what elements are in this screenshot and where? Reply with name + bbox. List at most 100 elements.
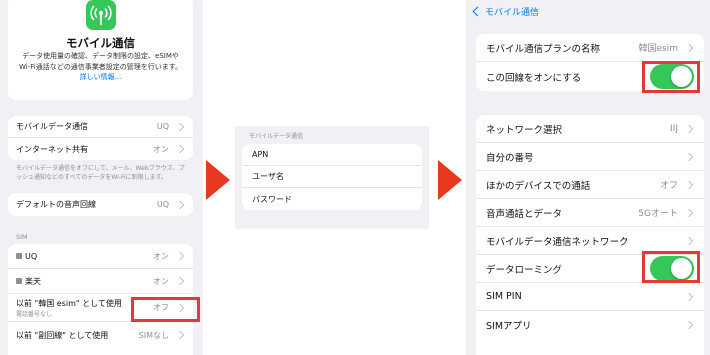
row-personal-hotspot[interactable]: インターネット共有 オン (8, 138, 193, 160)
row-sim-apps[interactable]: SIMアプリ (476, 311, 704, 339)
row-sim-pin[interactable]: SIM PIN (476, 283, 704, 311)
settings-panel-mobile: モバイル通信 データ使用量の確認、データ制限の設定、eSIMや Wi-Fi通話な… (0, 0, 203, 355)
sim-row-uq[interactable]: UQ オン (8, 244, 193, 269)
row-plan-name[interactable]: モバイル通信プランの名称 韓国esim (476, 34, 704, 62)
sim-section-header: SIM (16, 233, 28, 241)
row-voice-and-data[interactable]: 音声通話とデータ 5Gオート (476, 199, 704, 227)
back-button[interactable]: モバイル通信 (472, 5, 540, 18)
row-label: データローミング (486, 264, 563, 276)
mobile-info-card: モバイル通信 データ使用量の確認、データ制限の設定、eSIMや Wi-Fi通話な… (8, 0, 193, 100)
apn-section-header: モバイルデータ通信 (249, 133, 304, 140)
row-sublabel: 電話番号なし (16, 310, 53, 318)
row-label: UQ (25, 251, 38, 261)
chevron-right-icon (684, 208, 694, 217)
row-value-wrap: UQ (157, 200, 185, 209)
chevron-right-icon (175, 251, 185, 261)
row-label: SIM PIN (486, 291, 522, 302)
row-label: モバイルデータ通信 (16, 122, 88, 131)
row-value-wrap: UQ (157, 122, 185, 131)
username-field[interactable]: ユーザ名 (242, 166, 422, 188)
row-value-wrap (678, 236, 694, 245)
sim-icon (16, 277, 22, 284)
description-text: データ使用量の確認、データ制限の設定、eSIMや Wi-Fi通話などの通信事業者… (19, 52, 182, 71)
page-description: データ使用量の確認、データ制限の設定、eSIMや Wi-Fi通話などの通信事業者… (16, 51, 185, 83)
row-value-wrap (678, 320, 694, 330)
apn-fields-group: APN ユーザ名 パスワード (242, 144, 422, 210)
row-value: オン (153, 276, 169, 286)
chevron-right-icon (684, 43, 694, 52)
chevron-right-icon (684, 236, 694, 245)
row-label: ネットワーク選択 (486, 124, 563, 136)
row-value: SIMなし (138, 330, 169, 340)
row-label: SIMアプリ (486, 321, 532, 332)
sim-icon (16, 252, 22, 259)
row-value-wrap (678, 292, 694, 301)
chevron-right-icon (684, 152, 694, 161)
row-value: オン (153, 251, 169, 261)
row-label: 以前 "副回線" として使用 (16, 330, 109, 340)
back-label: モバイル通信 (485, 8, 540, 18)
highlight-line-toggle (642, 61, 700, 93)
row-calls-other-devices[interactable]: ほかのデバイスでの通話 オフ (476, 171, 704, 199)
sim-label-wrap: UQ (16, 252, 37, 261)
row-value: UQ (156, 122, 169, 131)
esim-detail-panel: モバイル通信 モバイル通信プランの名称 韓国esim この回線をオンにする ネッ… (466, 0, 710, 355)
row-value-wrap: 韓国esim (639, 41, 695, 54)
row-my-number[interactable]: 自分の番号 (476, 143, 704, 171)
chevron-right-icon (175, 200, 185, 209)
row-value: 5Gオート (638, 209, 678, 219)
apn-field[interactable]: APN (242, 144, 422, 166)
default-voice-group: デフォルトの音声回線 UQ (8, 193, 193, 216)
data-settings-group: モバイルデータ通信 UQ インターネット共有 オン (8, 116, 193, 160)
highlight-off-value (131, 297, 200, 322)
apn-settings-panel: モバイルデータ通信 APN ユーザ名 パスワード (235, 126, 429, 229)
row-mobile-data[interactable]: モバイルデータ通信 UQ (8, 116, 193, 138)
mobile-data-note: モバイルデータ通信をオフにして、メール、Webブラウズ、プッシュ通知などのすべて… (16, 165, 185, 181)
row-label: モバイル通信プランの名称 (486, 43, 601, 55)
row-value: オン (153, 144, 169, 154)
password-field[interactable]: パスワード (242, 188, 422, 210)
row-value-wrap: オン (153, 276, 185, 287)
row-value-wrap: オン (153, 144, 185, 155)
sim-row-rakuten[interactable]: 楽天 オン (8, 269, 193, 294)
row-value: 韓国esim (638, 44, 679, 54)
sim-row-secondary[interactable]: 以前 "副回線" として使用 SIMなし (8, 322, 193, 348)
row-value: UQ (156, 200, 169, 209)
network-group: ネットワーク選択 IIJ 自分の番号 ほかのデバイスでの通話 オフ 音声通話とデ… (476, 115, 704, 355)
row-value-wrap: IIJ (670, 124, 694, 134)
row-label: 楽天 (25, 276, 41, 286)
arrow-right-icon (206, 160, 230, 200)
page-title: モバイル通信 (66, 36, 135, 50)
row-value-wrap: 5Gオート (638, 206, 694, 219)
field-label: パスワード (252, 194, 292, 204)
chevron-right-icon (175, 144, 185, 154)
row-label: ほかのデバイスでの通話 (486, 180, 591, 192)
chevron-right-icon (684, 292, 694, 301)
row-label: インターネット共有 (16, 144, 88, 154)
arrow-right-icon (438, 160, 462, 200)
row-value: オフ (659, 181, 678, 191)
chevron-right-icon (684, 124, 694, 133)
chevron-right-icon (175, 122, 185, 131)
row-network-selection[interactable]: ネットワーク選択 IIJ (476, 115, 704, 143)
row-label: この回線をオンにする (486, 72, 582, 84)
chevron-left-icon (472, 6, 483, 17)
row-label: 音声通話とデータ (486, 208, 563, 220)
row-label: 自分の番号 (486, 152, 534, 164)
row-value-wrap (678, 152, 694, 161)
row-value-wrap: SIMなし (139, 330, 185, 341)
row-label: 以前 "韓国 esim" として使用 (16, 298, 122, 308)
row-label: デフォルトの音声回線 (16, 200, 96, 209)
chevron-right-icon (175, 276, 185, 286)
row-value-wrap: オフ (660, 178, 694, 191)
field-label: APN (252, 150, 269, 159)
row-value-wrap: オン (153, 251, 185, 262)
sim-label-wrap: 以前 "韓国 esim" として使用 電話番号なし (16, 298, 122, 318)
row-label: モバイルデータ通信ネットワーク (486, 236, 629, 248)
row-default-voice-line[interactable]: デフォルトの音声回線 UQ (8, 193, 193, 216)
chevron-right-icon (684, 180, 694, 189)
learn-more-link[interactable]: 詳しい情報... (80, 73, 122, 81)
highlight-roaming-toggle (642, 251, 700, 283)
sim-label-wrap: 楽天 (16, 276, 41, 287)
row-value: IIJ (670, 123, 678, 134)
